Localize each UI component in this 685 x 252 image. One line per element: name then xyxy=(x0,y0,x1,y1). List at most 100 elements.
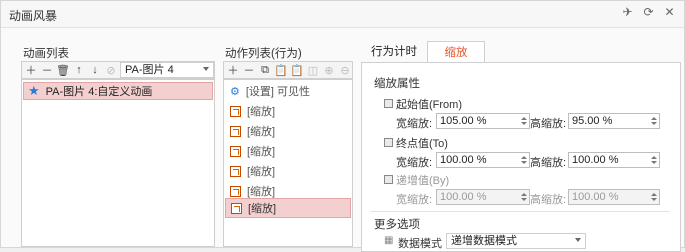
action-list-item[interactable]: [缩放] xyxy=(225,198,351,218)
from-height-label: 高缩放: xyxy=(530,118,567,130)
scale-icon xyxy=(231,202,242,214)
spin-up-icon[interactable] xyxy=(651,117,657,120)
title-bar: 动画风暴 ✈ ⟳ ✕ xyxy=(1,1,684,28)
action-item-label: [缩放] xyxy=(247,186,276,198)
animation-list: ★ PA-图片 4:自定义动画 xyxy=(21,79,215,247)
tab-timing[interactable]: 行为计时 xyxy=(361,41,427,63)
from-checkbox[interactable] xyxy=(384,99,393,108)
spin-up-icon[interactable] xyxy=(521,117,527,120)
to-width-label: 宽缩放: xyxy=(396,157,433,169)
add-icon[interactable]: ＋ xyxy=(24,63,38,77)
more-options-title: 更多选项 xyxy=(374,219,420,231)
close-icon[interactable]: ✕ xyxy=(663,6,676,19)
to-height-label: 高缩放: xyxy=(530,157,567,169)
action-list-item[interactable]: [缩放] xyxy=(225,122,351,140)
by-height-label: 高缩放: xyxy=(530,194,567,206)
scale-icon xyxy=(230,185,241,197)
spin-up-icon xyxy=(521,193,527,196)
move-down-icon[interactable]: ↓ xyxy=(88,63,102,77)
data-mode-select[interactable]: 递增数据模式 xyxy=(446,233,586,249)
from-width-value: 105.00 % xyxy=(440,115,487,127)
action-list-item[interactable]: ⚙ [设置] 可见性 xyxy=(225,82,351,100)
group-icon[interactable]: ⊕ xyxy=(322,63,336,77)
to-height-value: 100.00 % xyxy=(572,154,619,166)
delete-icon[interactable]: 🗑 xyxy=(56,63,70,77)
scale-icon xyxy=(230,145,241,157)
chevron-down-icon xyxy=(575,238,581,242)
scale-properties-title: 缩放属性 xyxy=(374,78,420,90)
scale-properties-pane: 缩放属性 起始值(From) 宽缩放: 105.00 % 高缩放: 95.00 … xyxy=(361,62,681,252)
spin-down-icon[interactable] xyxy=(651,161,657,164)
link-icon[interactable]: ⊘ xyxy=(104,63,118,77)
to-height-input[interactable]: 100.00 % xyxy=(568,152,660,168)
to-title: 终点值(To) xyxy=(396,138,448,150)
panel-title: 动画风暴 xyxy=(9,9,58,23)
animation-list-item[interactable]: ★ PA-图片 4:自定义动画 xyxy=(23,82,213,100)
split-icon[interactable]: ◫ xyxy=(306,63,320,77)
from-height-value: 95.00 % xyxy=(572,115,613,127)
animation-list-toolbar: ＋ － 🗑 ↑ ↓ ⊘ PA-图片 4 xyxy=(21,61,215,79)
pin-icon[interactable]: ✈ xyxy=(621,6,634,19)
by-height-value: 100.00 % xyxy=(572,191,619,203)
remove-icon[interactable]: － xyxy=(40,63,54,77)
by-title: 递增值(By) xyxy=(396,175,450,187)
spin-down-icon[interactable] xyxy=(521,122,527,125)
section-divider xyxy=(370,211,670,212)
chevron-down-icon xyxy=(203,67,209,71)
to-width-value: 100.00 % xyxy=(440,154,487,166)
property-tabs: 行为计时 缩放 xyxy=(361,41,681,64)
action-list: ⚙ [设置] 可见性 [缩放] [缩放] [缩放] [缩放] [缩放] [缩放] xyxy=(223,79,353,247)
tab-scale[interactable]: 缩放 xyxy=(427,41,485,64)
remove-icon[interactable]: － xyxy=(242,63,256,77)
ungroup-icon[interactable]: ⊖ xyxy=(338,63,352,77)
from-height-input[interactable]: 95.00 % xyxy=(568,113,660,129)
add-icon[interactable]: ＋ xyxy=(226,63,240,77)
move-up-icon[interactable]: ↑ xyxy=(72,63,86,77)
object-select[interactable]: PA-图片 4 xyxy=(120,62,214,78)
action-list-item[interactable]: [缩放] xyxy=(225,162,351,180)
by-width-input[interactable]: 100.00 % xyxy=(436,189,530,205)
from-title: 起始值(From) xyxy=(396,99,462,111)
action-item-label: [缩放] xyxy=(247,126,276,138)
spin-down-icon xyxy=(651,198,657,201)
spin-down-icon[interactable] xyxy=(521,161,527,164)
action-list-toolbar: ＋ － ⧉ 📋 📋 ◫ ⊕ ⊖ xyxy=(223,61,353,79)
to-checkbox[interactable] xyxy=(384,138,393,147)
scale-icon xyxy=(230,165,241,177)
paste-icon[interactable]: 📋 xyxy=(274,63,288,77)
animation-list-label: 动画列表 xyxy=(23,48,69,60)
data-mode-icon: ▦ xyxy=(384,235,394,246)
action-list-label: 动作列表(行为) xyxy=(225,48,302,60)
data-mode-label: 数据模式 xyxy=(398,238,442,250)
animation-storm-panel: 动画风暴 ✈ ⟳ ✕ 动画列表 ＋ － 🗑 ↑ ↓ ⊘ PA-图片 4 ★ PA… xyxy=(0,0,685,252)
spin-up-icon xyxy=(651,193,657,196)
data-mode-value: 递增数据模式 xyxy=(451,235,517,247)
clipboard-icon[interactable]: 📋 xyxy=(290,63,304,77)
object-select-value: PA-图片 4 xyxy=(125,64,174,76)
spin-down-icon[interactable] xyxy=(651,122,657,125)
by-width-value: 100.00 % xyxy=(440,191,487,203)
by-height-input[interactable]: 100.00 % xyxy=(568,189,660,205)
from-width-label: 宽缩放: xyxy=(396,118,433,130)
spin-down-icon xyxy=(521,198,527,201)
action-item-label: [缩放] xyxy=(247,146,276,158)
action-list-item[interactable]: [缩放] xyxy=(225,142,351,160)
by-width-label: 宽缩放: xyxy=(396,194,433,206)
animation-item-label: PA-图片 4:自定义动画 xyxy=(45,86,153,98)
action-item-label: [设置] 可见性 xyxy=(245,86,311,98)
by-checkbox[interactable] xyxy=(384,175,393,184)
scale-icon xyxy=(230,125,241,137)
refresh-icon[interactable]: ⟳ xyxy=(642,6,655,19)
action-item-label: [缩放] xyxy=(248,203,277,215)
to-width-input[interactable]: 100.00 % xyxy=(436,152,530,168)
scale-icon xyxy=(230,105,241,117)
copy-icon[interactable]: ⧉ xyxy=(258,63,272,77)
spin-up-icon[interactable] xyxy=(521,156,527,159)
from-width-input[interactable]: 105.00 % xyxy=(436,113,530,129)
action-list-item[interactable]: [缩放] xyxy=(225,102,351,120)
spin-up-icon[interactable] xyxy=(651,156,657,159)
action-item-label: [缩放] xyxy=(247,166,276,178)
gear-icon: ⚙ xyxy=(230,85,240,98)
star-icon: ★ xyxy=(28,83,40,98)
action-item-label: [缩放] xyxy=(247,106,276,118)
